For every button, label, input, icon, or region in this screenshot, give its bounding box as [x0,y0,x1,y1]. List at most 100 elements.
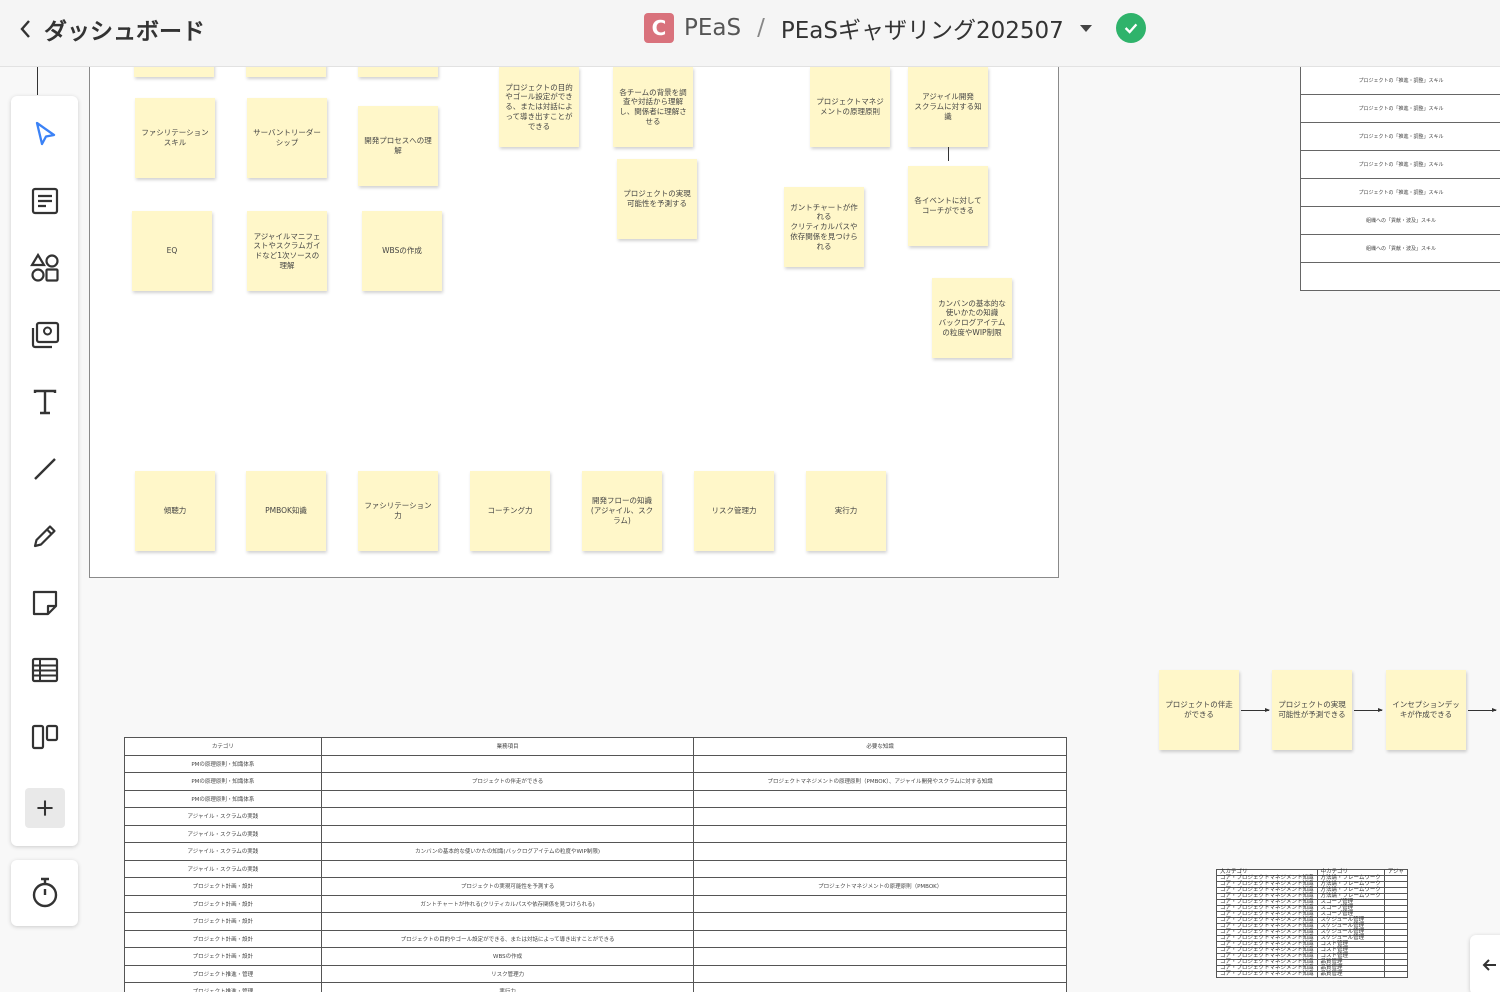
skill-table[interactable]: プロジェクトの「推進・調整」スキル プロジェクトの「推進・調整」スキル プロジェクト… [1300,67,1500,291]
table-cell [693,754,1067,773]
flow-note[interactable]: インセプションデッ キが作成できる [1386,670,1466,750]
line-tool[interactable] [27,451,63,487]
template-tool[interactable] [27,183,63,219]
table-row: PMの原理原則・知識体系 [124,789,1067,808]
table-cell [320,912,695,931]
table-cell [693,964,1067,983]
table-cell: ガントチャートが作れる(クリティカルパスや依存関係を見つけられる) [320,894,695,913]
sticky-note[interactable] [246,67,326,77]
tool-palette [11,96,78,846]
table-cell: コア・プロジェクトマネジメント知識 [1216,971,1318,978]
sticky-note-tool[interactable] [27,585,63,621]
table-cell [320,824,695,843]
flow-note[interactable]: プロジェクトの伴走 ができる [1159,670,1239,750]
table-cell: プロジェクトの目的やゴール設定ができる、または対話によって導き出すことができる [320,929,695,948]
sticky-note[interactable]: コーチング力 [470,471,550,551]
table-row: プロジェクトの「推進・調整」スキル [1301,95,1500,123]
table-cell: カンバンの基本的な使いかたの知識(バックログアイテムの粒度やWIP制限) [320,842,695,861]
workspace-logo: C [644,13,674,43]
sticky-note[interactable]: 開発フローの知識 (アジャイル、スク ラム) [582,471,662,551]
sticky-note[interactable]: サーバントリーダー シップ [247,98,327,178]
table-row: プロジェクトの「推進・調整」スキル [1301,123,1500,151]
table-cell [1383,971,1408,978]
workspace-name[interactable]: PEaS [684,15,741,41]
sticky-note[interactable]: リスク管理力 [694,471,774,551]
sticky-note[interactable]: ファシリテーション力 [358,471,438,551]
column-header: 必要な知識 [693,737,1067,756]
sticky-note[interactable]: 各チームの背景を調 査や対話から理解 し、関係者に理解さ せる [613,67,693,147]
sticky-note[interactable]: ガントチャートが作 れる クリティカルパスや 依存関係を見つけら れる [784,187,864,267]
table-cell [320,859,695,878]
table-cell: PMの原理原則・知識体系 [124,789,322,808]
chevron-down-icon[interactable] [1079,24,1092,32]
sticky-note[interactable]: プロジェクトの実現 可能性を予測する [617,159,697,239]
sticky-note[interactable]: EQ [132,211,212,291]
table-cell: アジャイル・スクラムの実践 [124,842,322,861]
flow-arrow [1468,708,1497,712]
table-cell: PMの原理原則・知識体系 [124,754,322,773]
table-cell: プロジェクト推進・管理 [124,964,322,983]
table-cell: プロジェクト計画・設計 [124,894,322,913]
sticky-note[interactable] [358,67,438,77]
category-table[interactable]: 大カテゴリ 中カテゴリ アジャ コア・プロジェクトマネジメント知識 方法論・フレームワー… [1216,869,1408,978]
table-row: プロジェクトの「推進・調整」スキル [1301,67,1500,95]
sticky-note[interactable]: WBSの作成 [362,211,442,291]
sticky-note[interactable]: PMBOK知識 [246,471,326,551]
saved-check-icon [1115,13,1146,43]
sticky-note[interactable]: 各イベントに対して コーチができる [908,166,988,246]
board-name[interactable]: PEaSギャザリング202507 [781,11,1064,45]
sticky-note[interactable] [134,67,214,77]
board-frame[interactable]: ファシリテーション スキル サーバントリーダー シップ 開発プロセスへの理解 EQ … [89,67,1059,578]
sticky-note[interactable]: 開発プロセスへの理解 [358,106,438,186]
add-button[interactable] [25,788,65,828]
table-cell: プロジェクトマネジメントの原理原則（PMBOK） [693,877,1067,896]
pen-tool[interactable] [27,518,63,554]
sticky-note[interactable]: プロジェクトマネジ メントの原理原則 [810,67,890,147]
table-cell: プロジェクトの伴走ができる [320,772,695,791]
back-label: ダッシュボード [44,19,205,45]
back-to-dashboard[interactable]: ダッシュボード [18,12,205,46]
table-tool[interactable] [27,652,63,688]
whiteboard-canvas[interactable]: ファシリテーション スキル サーバントリーダー シップ 開発プロセスへの理解 EQ … [0,67,1500,992]
table-cell: 品質管理 [1316,971,1385,978]
table-cell [693,982,1067,992]
table-cell [693,842,1067,861]
sticky-note[interactable]: ファシリテーション スキル [135,98,215,178]
stopwatch-icon [32,877,57,908]
table-cell: WBSの作成 [320,947,695,966]
breadcrumb-separator: / [757,15,765,41]
requirements-table[interactable]: カテゴリ 業務項目 必要な知識 PMの原理原則・知識体系 PMの原理原則・知識体系 プロジ… [124,737,1067,992]
flow-note[interactable]: プロジェクトの実現 可能性が予測できる [1272,670,1352,750]
arrow-left-icon [1482,959,1496,971]
image-tool[interactable] [27,317,63,353]
table-row: アジャイル・スクラムの実践 [124,807,1067,826]
table-row: プロジェクト計画・設計 プロジェクトの実現可能性を予測する プロジェクトマネジメント… [124,877,1067,896]
table-cell [693,894,1067,913]
table-cell: リスク管理力 [320,964,695,983]
table-row: プロジェクトの「推進・調整」スキル [1301,179,1500,207]
sticky-note[interactable]: アジャイル開発 スクラムに対する知識 [908,67,988,147]
kanban-tool[interactable] [27,719,63,755]
table-row: アジャイル・スクラムの実践 [124,824,1067,843]
collapse-panel-button[interactable] [1470,935,1500,992]
select-tool[interactable] [27,116,63,152]
plus-icon [37,800,53,816]
table-row: PMの原理原則・知識体系 プロジェクトの伴走ができる プロジェクトマネジメントの原理… [124,772,1067,791]
table-icon [31,657,59,683]
sticky-note[interactable]: アジャイルマニフェ ストやスクラムガイ ドなど1次ソースの 理解 [247,211,327,291]
table-row: 組織への「貢献・波及」スキル [1301,235,1500,263]
table-cell [693,859,1067,878]
shapes-tool[interactable] [27,250,63,286]
timer-button[interactable] [11,860,78,926]
sticky-note[interactable]: プロジェクトの目的 やゴール設定ができ る、または対話によ って導き出すことが できる [499,67,579,147]
kanban-icon [31,724,59,750]
table-cell: プロジェクトの実現可能性を予測する [320,877,695,896]
top-bar: ダッシュボード C PEaS / PEaSギャザリング202507 [0,0,1500,67]
sticky-note[interactable]: 実行力 [806,471,886,551]
sticky-note[interactable]: 傾聴力 [135,471,215,551]
table-cell [693,929,1067,948]
text-tool[interactable] [27,384,63,420]
flow-arrow [1354,708,1383,712]
document-icon [31,187,59,215]
sticky-note[interactable]: カンバンの基本的な 使いかたの知識 バックログアイテム の粒度やWIP制限 [932,278,1012,358]
